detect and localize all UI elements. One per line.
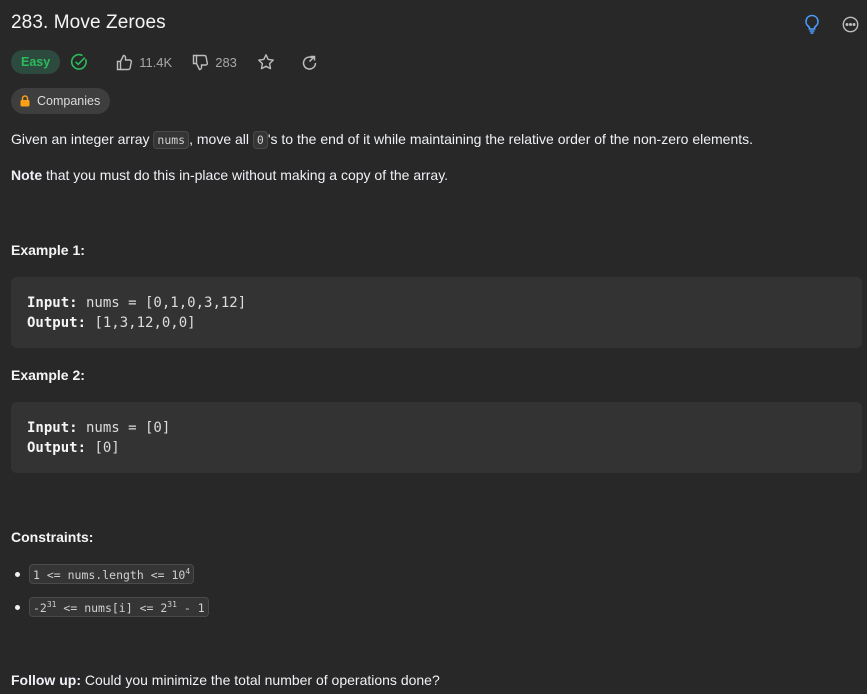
bullet [15,571,20,577]
example-1-heading: Example 1: [11,242,85,258]
companies-tag[interactable]: Companies [11,88,111,114]
constraints-list: 1 <= nums.length <= 104 -231 <= nums[i] … [11,563,209,629]
example-1-input: nums = [0,1,0,3,12] [77,295,247,311]
dislike-button[interactable]: 283 [192,54,237,71]
constraint-item: 1 <= nums.length <= 104 [11,563,209,585]
example-2-output: [0] [86,440,120,456]
favorite-button[interactable] [257,53,281,71]
example-2-input: nums = [0] [77,420,171,436]
example-1-block: Input: nums = [0,1,0,3,12] Output: [1,3,… [11,277,862,348]
problem-note: Note that you must do this in-place with… [11,167,449,183]
bullet [15,604,20,610]
lock-icon [20,95,30,107]
constraint-item: -231 <= nums[i] <= 231 - 1 [11,596,209,618]
example-2-heading: Example 2: [11,367,85,383]
example-2-block: Input: nums = [0] Output: [0] [11,402,862,473]
star-icon [258,54,274,70]
like-button[interactable]: 11.4K [116,54,172,71]
constraint-1-code: 1 <= nums.length <= 104 [29,563,195,585]
share-icon [302,55,317,70]
solved-indicator [70,53,94,71]
check-circle-icon [71,53,88,70]
follow-up: Follow up: Could you minimize the total … [11,672,440,688]
problem-description: Given an integer array nums, move all 0 '… [11,131,754,149]
more-icon[interactable] [842,16,859,33]
problem-title: 283. Move Zeroes [11,12,166,33]
example-1-output: [1,3,12,0,0] [86,315,196,331]
constraint-2-code: -231 <= nums[i] <= 231 - 1 [29,596,209,618]
dislike-count: 283 [215,54,237,70]
share-button[interactable] [301,54,324,71]
problem-meta: Easy 11.4K 283 [11,49,344,75]
thumbs-down-icon [193,54,209,70]
constraints-heading: Constraints: [11,529,94,545]
difficulty-badge: Easy [11,50,61,74]
inline-code-zero: 0 [252,131,268,149]
top-right-actions [804,14,859,34]
like-count: 11.4K [139,54,173,70]
lightbulb-icon[interactable] [804,14,820,34]
companies-label: Companies [37,94,101,108]
problem-page: 283. Move Zeroes Easy 11.4K 283 Companie… [0,0,867,694]
thumbs-up-icon [117,54,133,70]
inline-code-nums: nums [153,131,190,149]
